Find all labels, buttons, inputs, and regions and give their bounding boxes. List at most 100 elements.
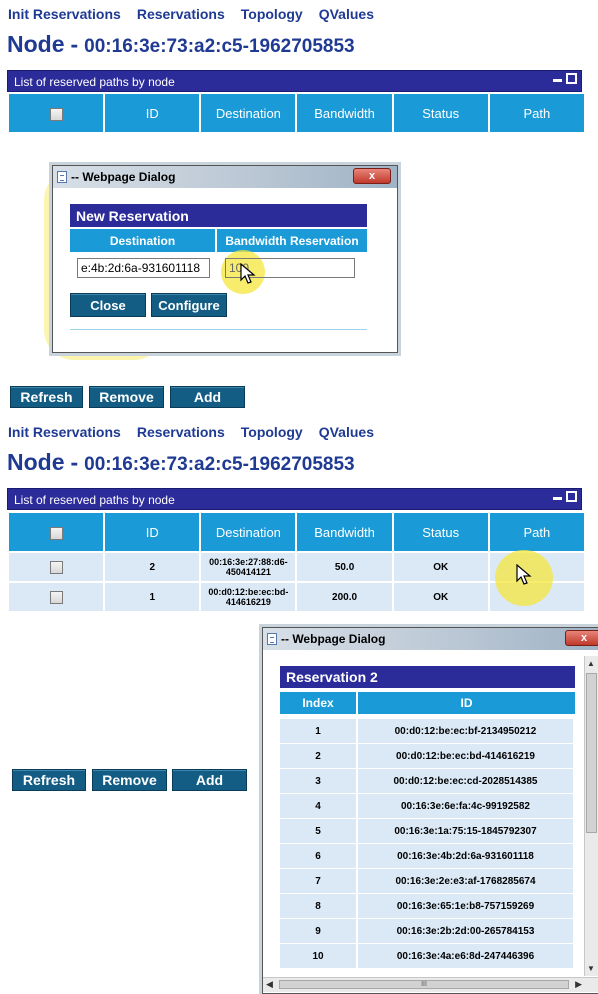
scroll-left-arrow-icon[interactable]: ◀ (266, 979, 273, 990)
minimize-icon[interactable] (553, 497, 562, 500)
add-button[interactable]: Add (170, 386, 245, 408)
row-id: 00:d0:12:be:ec:bf-2134950212 (358, 719, 573, 743)
row-id: 00:16:3e:1a:75:15-1845792307 (358, 819, 573, 843)
close-button[interactable]: Close (70, 293, 146, 317)
list-item: 6 00:16:3e:4b:2d:6a-931601118 (280, 844, 573, 868)
col-destination: Destination (70, 229, 215, 252)
node-label: Node (7, 31, 65, 57)
horizontal-scrollbar[interactable]: ◀ III ▶ (263, 977, 598, 992)
page-icon (267, 633, 277, 645)
nav-qvalues[interactable]: QValues (319, 424, 374, 440)
destination-field[interactable]: e:4b:2d:6a-931601118 (77, 258, 210, 278)
minimize-icon[interactable] (553, 79, 562, 82)
page-title: Node -00:16:3e:73:a2:c5-1962705853 (7, 31, 355, 58)
scroll-right-arrow-icon[interactable]: ▶ (575, 979, 582, 990)
panel-title: List of reserved paths by node (14, 493, 175, 507)
row-id: 00:16:3e:2e:e3:af-1768285674 (358, 869, 573, 893)
close-icon[interactable]: x (353, 168, 391, 184)
panel-header: List of reserved paths by node (7, 70, 582, 92)
select-all-checkbox[interactable] (49, 107, 63, 121)
nav-topology[interactable]: Topology (241, 6, 303, 22)
row-select-cell (9, 583, 104, 611)
list-item: 2 00:d0:12:be:ec:bd-414616219 (280, 744, 573, 768)
top-nav-2: Init Reservations Reservations Topology … (8, 424, 374, 440)
col-bandwidth-reservation: Bandwidth Reservation (217, 229, 367, 252)
row-bandwidth: 50.0 (297, 553, 392, 581)
row-id: 2 (105, 553, 200, 581)
maximize-icon[interactable] (566, 73, 577, 84)
row-destination: 00:16:3e:27:88:d6-450414121 (201, 553, 296, 581)
dialog-titlebar: -- Webpage Dialog x (263, 628, 598, 650)
col-status: Status (393, 513, 488, 551)
vertical-scrollbar[interactable]: ▲ ▼ (584, 656, 598, 976)
nav-reservations[interactable]: Reservations (137, 424, 225, 440)
col-id: ID (105, 513, 200, 551)
row-index: 1 (280, 719, 356, 743)
row-status: OK (393, 553, 488, 581)
divider (70, 329, 367, 330)
nav-topology[interactable]: Topology (241, 424, 303, 440)
row-index: 8 (280, 894, 356, 918)
scroll-down-arrow-icon[interactable]: ▼ (587, 964, 595, 973)
nav-reservations[interactable]: Reservations (137, 6, 225, 22)
row-checkbox[interactable] (49, 560, 63, 574)
row-index: 5 (280, 819, 356, 843)
configure-button[interactable]: Configure (151, 293, 227, 317)
col-destination: Destination (201, 513, 296, 551)
remove-button[interactable]: Remove (92, 769, 167, 791)
list-item: 3 00:d0:12:be:ec:cd-2028514385 (280, 769, 573, 793)
scroll-up-arrow-icon[interactable]: ▲ (587, 659, 595, 668)
dialog-title: -- Webpage Dialog (71, 170, 176, 184)
list-item: 9 00:16:3e:2b:2d:00-265784153 (280, 919, 573, 943)
dialog-titlebar: -- Webpage Dialog x (53, 166, 397, 188)
list-item: 1 00:d0:12:be:ec:bf-2134950212 (280, 719, 573, 743)
list-item: 8 00:16:3e:65:1e:b8-757159269 (280, 894, 573, 918)
select-all-header (9, 513, 104, 551)
page-title-2: Node -00:16:3e:73:a2:c5-1962705853 (7, 449, 355, 476)
panel-title: List of reserved paths by node (14, 75, 175, 89)
nav-qvalues[interactable]: QValues (319, 6, 374, 22)
scroll-thumb-horizontal[interactable]: III (279, 980, 569, 989)
nav-init-reservations[interactable]: Init Reservations (8, 6, 121, 22)
refresh-button[interactable]: Refresh (12, 769, 86, 791)
node-id: 00:16:3e:73:a2:c5-1962705853 (84, 454, 355, 475)
row-id: 00:16:3e:2b:2d:00-265784153 (358, 919, 573, 943)
node-id: 00:16:3e:73:a2:c5-1962705853 (84, 36, 355, 57)
row-index: 6 (280, 844, 356, 868)
node-dash: - (70, 31, 79, 57)
row-id: 00:d0:12:be:ec:cd-2028514385 (358, 769, 573, 793)
row-id: 00:16:3e:4a:e6:8d-247446396 (358, 944, 573, 968)
nav-init-reservations[interactable]: Init Reservations (8, 424, 121, 440)
add-button[interactable]: Add (172, 769, 247, 791)
col-id: ID (358, 692, 575, 714)
row-id: 1 (105, 583, 200, 611)
dialog-header: New Reservation (70, 204, 367, 227)
node-dash: - (70, 449, 79, 475)
row-id: 00:16:3e:6e:fa:4c-99192582 (358, 794, 573, 818)
row-select-cell (9, 553, 104, 581)
row-id: 00:16:3e:65:1e:b8-757159269 (358, 894, 573, 918)
col-path: Path (489, 513, 584, 551)
reserved-paths-table: ID Destination Bandwidth Status Path (7, 92, 586, 134)
list-item: 10 00:16:3e:4a:e6:8d-247446396 (280, 944, 573, 968)
row-checkbox[interactable] (49, 590, 63, 604)
refresh-button[interactable]: Refresh (10, 386, 83, 408)
row-destination: 00:d0:12:be:ec:bd-414616219 (201, 583, 296, 611)
row-index: 7 (280, 869, 356, 893)
row-index: 3 (280, 769, 356, 793)
row-bandwidth: 200.0 (297, 583, 392, 611)
row-id: 00:d0:12:be:ec:bd-414616219 (358, 744, 573, 768)
top-nav: Init Reservations Reservations Topology … (8, 6, 374, 22)
select-all-header (9, 94, 104, 132)
dialog-title: -- Webpage Dialog (281, 632, 386, 646)
remove-button[interactable]: Remove (89, 386, 164, 408)
row-index: 9 (280, 919, 356, 943)
row-status: OK (393, 583, 488, 611)
maximize-icon[interactable] (566, 491, 577, 502)
col-path: Path (489, 94, 584, 132)
row-index: 2 (280, 744, 356, 768)
col-id: ID (105, 94, 200, 132)
close-icon[interactable]: x (565, 630, 598, 646)
select-all-checkbox[interactable] (49, 526, 63, 540)
scroll-thumb[interactable] (586, 673, 597, 833)
